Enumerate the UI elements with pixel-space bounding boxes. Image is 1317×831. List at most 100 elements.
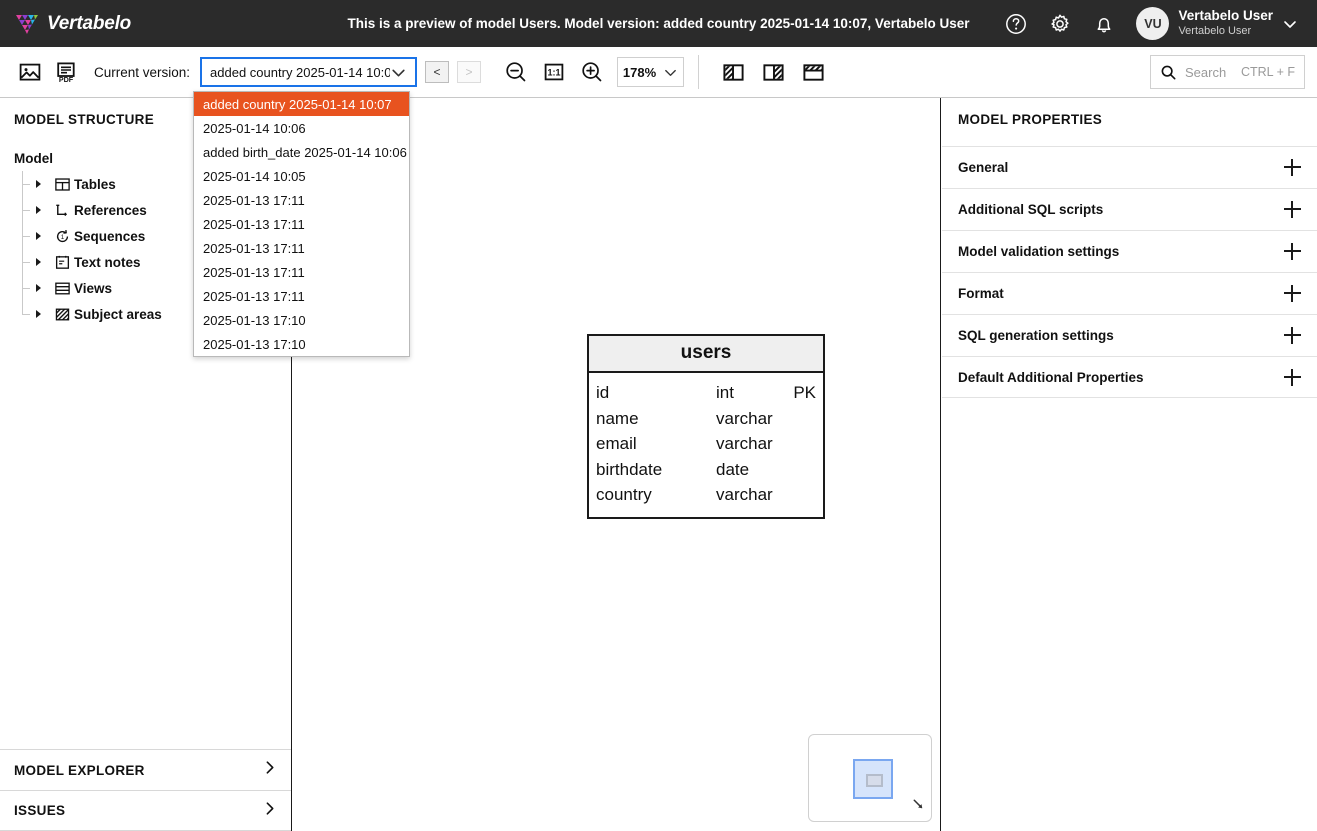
erd-column-type: int bbox=[716, 380, 782, 406]
erd-column-row[interactable]: birthdate date bbox=[596, 457, 816, 483]
chevron-down-icon bbox=[390, 64, 407, 81]
panel-top-icon bbox=[802, 61, 825, 84]
expand-plus-icon[interactable] bbox=[1284, 159, 1301, 176]
model-explorer-label: MODEL EXPLORER bbox=[14, 763, 145, 778]
expand-plus-icon[interactable] bbox=[1284, 327, 1301, 344]
tree-item-label: Subject areas bbox=[74, 307, 162, 322]
version-option[interactable]: 2025-01-13 17:11 bbox=[194, 284, 409, 308]
erd-column-key bbox=[782, 482, 816, 508]
user-menu-button[interactable] bbox=[1273, 0, 1307, 47]
version-option[interactable]: 2025-01-13 17:11 bbox=[194, 188, 409, 212]
toggle-left-panel-button[interactable] bbox=[713, 53, 753, 91]
previous-version-button[interactable]: < bbox=[425, 61, 449, 83]
vertabelo-model-preview: Vertabelo This is a preview of model Use… bbox=[0, 0, 1317, 831]
subject-area-icon bbox=[50, 306, 74, 323]
toggle-right-panel-button[interactable] bbox=[753, 53, 793, 91]
search-shortcut-hint: CTRL + F bbox=[1241, 65, 1295, 79]
export-image-button[interactable] bbox=[12, 54, 48, 90]
property-row-format[interactable]: Format bbox=[942, 272, 1317, 314]
tree-item-label: Text notes bbox=[74, 255, 141, 270]
erd-column-row[interactable]: country varchar bbox=[596, 482, 816, 508]
expand-arrow-icon[interactable] bbox=[36, 232, 50, 240]
zoom-one-to-one-icon: 1:1 bbox=[542, 60, 566, 84]
version-option[interactable]: 2025-01-13 17:11 bbox=[194, 236, 409, 260]
brand-logo[interactable]: Vertabelo bbox=[0, 11, 250, 37]
property-row-default-additional-properties[interactable]: Default Additional Properties bbox=[942, 356, 1317, 398]
user-name: Vertabelo User bbox=[1178, 8, 1273, 25]
erd-column-row[interactable]: id int PK bbox=[596, 380, 816, 406]
version-option[interactable]: 2025-01-13 17:10 bbox=[194, 332, 409, 356]
version-option[interactable]: 2025-01-14 10:06 bbox=[194, 116, 409, 140]
issues-section[interactable]: ISSUES bbox=[0, 790, 292, 831]
erd-table-users[interactable]: users id int PK name varchar email varch… bbox=[587, 334, 825, 519]
search-input[interactable]: Search CTRL + F bbox=[1150, 55, 1305, 89]
version-option[interactable]: added country 2025-01-14 10:07 bbox=[194, 92, 409, 116]
sequence-icon: 1 bbox=[50, 228, 74, 245]
panel-left-icon bbox=[722, 61, 745, 84]
zoom-level-select[interactable]: 178% bbox=[617, 57, 684, 87]
erd-column-key bbox=[782, 406, 816, 432]
erd-column-row[interactable]: name varchar bbox=[596, 406, 816, 432]
tree-item-label: Sequences bbox=[74, 229, 145, 244]
property-row-additional-sql-scripts[interactable]: Additional SQL scripts bbox=[942, 188, 1317, 230]
version-dropdown-list[interactable]: added country 2025-01-14 10:07 2025-01-1… bbox=[193, 91, 410, 357]
avatar[interactable]: VU bbox=[1136, 7, 1169, 40]
zoom-in-button[interactable] bbox=[573, 53, 611, 91]
erd-table-name: users bbox=[589, 336, 823, 373]
erd-column-name: name bbox=[596, 406, 716, 432]
top-bar: Vertabelo This is a preview of model Use… bbox=[0, 0, 1317, 47]
property-row-sql-generation-settings[interactable]: SQL generation settings bbox=[942, 314, 1317, 356]
panel-right-icon bbox=[762, 61, 785, 84]
property-row-model-validation-settings[interactable]: Model validation settings bbox=[942, 230, 1317, 272]
erd-column-row[interactable]: email varchar bbox=[596, 431, 816, 457]
next-version-button[interactable]: > bbox=[457, 61, 481, 83]
property-label: SQL generation settings bbox=[958, 328, 1114, 343]
minimap-table-node bbox=[866, 774, 883, 787]
property-label: Default Additional Properties bbox=[958, 370, 1144, 385]
zoom-reset-button[interactable]: 1:1 bbox=[535, 53, 573, 91]
toggle-top-panel-button[interactable] bbox=[793, 53, 833, 91]
version-select[interactable]: added country 2025-01-14 10:07 bbox=[200, 57, 417, 87]
version-option[interactable]: added birth_date 2025-01-14 10:06 bbox=[194, 140, 409, 164]
notifications-button[interactable] bbox=[1082, 0, 1126, 47]
model-explorer-section[interactable]: MODEL EXPLORER bbox=[0, 749, 292, 790]
resize-handle-icon[interactable] bbox=[911, 797, 926, 817]
image-export-icon bbox=[18, 60, 42, 84]
reference-icon bbox=[50, 202, 74, 219]
chevron-down-icon bbox=[663, 65, 678, 80]
svg-text:PDF: PDF bbox=[59, 75, 74, 84]
version-option[interactable]: 2025-01-13 17:11 bbox=[194, 260, 409, 284]
expand-arrow-icon[interactable] bbox=[36, 258, 50, 266]
property-label: Model validation settings bbox=[958, 244, 1119, 259]
brand-name: Vertabelo bbox=[47, 13, 131, 35]
expand-plus-icon[interactable] bbox=[1284, 369, 1301, 386]
settings-button[interactable] bbox=[1038, 0, 1082, 47]
minimap-viewport[interactable] bbox=[853, 759, 893, 799]
expand-arrow-icon[interactable] bbox=[36, 180, 50, 188]
user-info[interactable]: Vertabelo User Vertabelo User bbox=[1178, 8, 1273, 39]
erd-column-type: varchar bbox=[716, 406, 782, 432]
expand-arrow-icon[interactable] bbox=[36, 310, 50, 318]
version-option[interactable]: 2025-01-14 10:05 bbox=[194, 164, 409, 188]
property-label: Format bbox=[958, 286, 1004, 301]
expand-arrow-icon[interactable] bbox=[36, 284, 50, 292]
chevron-down-icon bbox=[1282, 16, 1298, 32]
expand-plus-icon[interactable] bbox=[1284, 243, 1301, 260]
chevron-right-icon bbox=[261, 759, 278, 781]
property-row-general[interactable]: General bbox=[942, 146, 1317, 188]
property-label: Additional SQL scripts bbox=[958, 202, 1103, 217]
erd-column-list: id int PK name varchar email varchar bir… bbox=[589, 373, 823, 517]
help-button[interactable] bbox=[994, 0, 1038, 47]
version-option[interactable]: 2025-01-13 17:11 bbox=[194, 212, 409, 236]
expand-arrow-icon[interactable] bbox=[36, 206, 50, 214]
help-circle-icon bbox=[1004, 12, 1028, 36]
version-option[interactable]: 2025-01-13 17:10 bbox=[194, 308, 409, 332]
export-pdf-button[interactable]: PDF bbox=[48, 54, 84, 90]
tree-item-label: Views bbox=[74, 281, 112, 296]
minimap[interactable] bbox=[808, 734, 932, 822]
note-icon bbox=[50, 254, 74, 271]
issues-label: ISSUES bbox=[14, 803, 65, 818]
expand-plus-icon[interactable] bbox=[1284, 285, 1301, 302]
zoom-out-button[interactable] bbox=[497, 53, 535, 91]
expand-plus-icon[interactable] bbox=[1284, 201, 1301, 218]
